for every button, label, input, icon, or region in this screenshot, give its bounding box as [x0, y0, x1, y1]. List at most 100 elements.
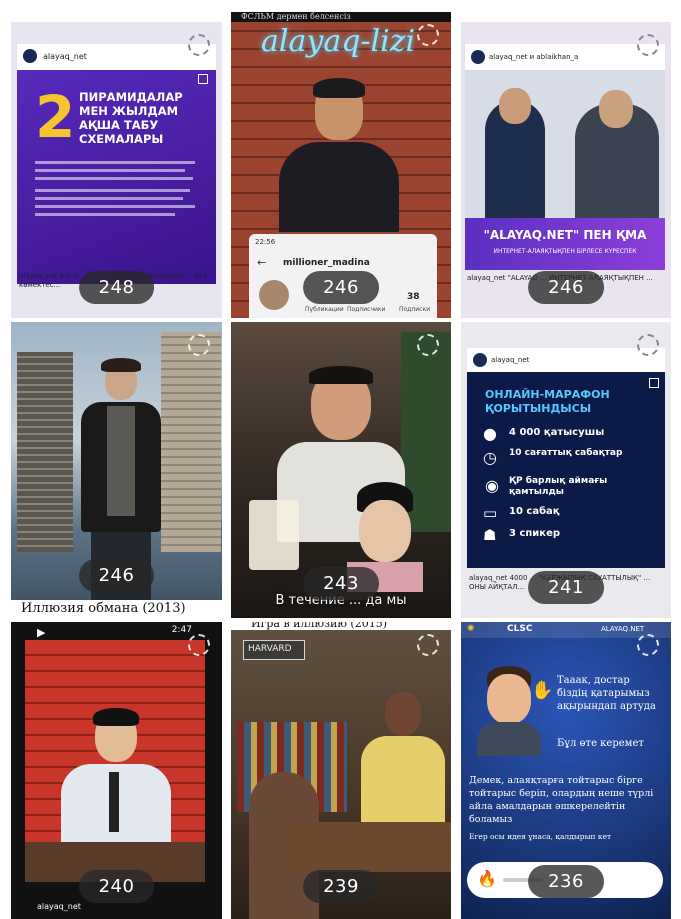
speech-text: Бұл өте керемет: [557, 738, 644, 749]
view-count: 246: [78, 559, 155, 592]
harvard-sign: HARVARD: [243, 640, 305, 660]
headline-number: 2: [35, 83, 76, 151]
stat-label: Подписчики: [347, 306, 386, 313]
loading-icon: [637, 334, 659, 356]
logo-text: ALAYAQ.NET: [601, 625, 645, 633]
location-pin-icon: ◉: [485, 476, 499, 495]
post-tile-9[interactable]: ✺ CLSC ALAYAQ.NET ✋ Тааак, достар біздің…: [461, 622, 671, 919]
speech-text: Тааак, достар біздің қатарымыз ақырындап…: [557, 675, 656, 712]
book-icon: ▭: [483, 504, 498, 522]
post-tile-2[interactable]: ФСЛЬМ дермен белсенсіз alayaq-lizi 22:56…: [231, 12, 451, 318]
sign-text: HARVARD: [248, 644, 292, 654]
group-icon: ☗: [483, 526, 497, 544]
post-tile-3[interactable]: alayaq_net и ablaikhan_a "ALAYAQ.NET" ПЕ…: [461, 22, 671, 318]
stat-text: ҚР барлық аймағы қамтылды: [509, 476, 608, 497]
subtitle-bar: Иллюзия обмана (2013): [11, 600, 222, 618]
banner-title: "ALAYAQ.NET" ПЕН ҚМА: [483, 228, 647, 242]
body-text-block: [35, 158, 200, 238]
avatar: [471, 50, 485, 64]
view-count: 248: [78, 271, 155, 304]
avatar: [473, 353, 487, 367]
top-strip: Игра в иллюзию (2015): [231, 622, 451, 630]
body-text: Демек, алаяқтарға тойтарыс бірге тойтары…: [469, 775, 654, 825]
view-count: 240: [78, 870, 155, 903]
post-tile-8[interactable]: Игра в иллюзию (2015) HARVARD 239: [231, 622, 451, 919]
stat-label: Публикации: [305, 306, 344, 313]
back-arrow-icon: ←: [257, 256, 267, 269]
view-count: 236: [528, 865, 604, 898]
watermark-handle: alayaq_net: [37, 902, 81, 911]
waving-hand-icon: ✋: [531, 680, 554, 701]
stats-list: ● 4 000 қатысушы ◷ 10 сағаттық сабақтар …: [483, 424, 659, 548]
movie-subtitle: Иллюзия обмана (2013): [21, 601, 186, 616]
view-count: 241: [528, 571, 604, 604]
neon-sign: alayaq-lizi: [261, 24, 416, 59]
desk: [291, 822, 451, 872]
emblem-icon: ✺: [467, 624, 475, 634]
post-tile-4[interactable]: Иллюзия обмана (2013) 246: [11, 322, 222, 618]
post-header: alayaq_net: [467, 348, 665, 372]
headline: ПИРАМИДАЛАР МЕН ЖЫЛДАМ АҚША ТАБУ СХЕМАЛА…: [79, 90, 183, 146]
logo-text: CLSC: [507, 624, 533, 634]
carousel-icon: [649, 378, 659, 388]
stat-text: 10 сабақ: [509, 506, 560, 517]
banner-subtitle: ИНТЕРНЕТ-АЛАЯҚТЫҚПЕН БІРЛЕСЕ КҮРЕСПЕК: [493, 248, 637, 255]
top-text: ФСЛЬМ дермен белсенсіз: [241, 12, 351, 21]
marathon-title: ОНЛАЙН-МАРАФОН ҚОРЫТЫНДЫСЫ: [485, 388, 610, 415]
loading-icon: [188, 334, 210, 356]
loading-icon: [188, 34, 210, 56]
stat-item: ● 4 000 қатысушы: [483, 424, 659, 448]
view-count: 243: [303, 567, 379, 600]
phone-username: millioner_madina: [283, 258, 370, 268]
youtube-icon: ▶: [37, 626, 46, 639]
post-tile-6[interactable]: alayaq_net ОНЛАЙН-МАРАФОН ҚОРЫТЫНДЫСЫ ● …: [461, 322, 671, 618]
building: [161, 332, 221, 552]
post-handle: alayaq_net: [43, 52, 87, 61]
person: [279, 78, 399, 232]
post-image: alayaq_net 2 ПИРАМИДАЛАР МЕН ЖЫЛДАМ АҚША…: [17, 44, 216, 284]
loading-icon: [417, 334, 439, 356]
building: [17, 352, 73, 552]
loading-icon: [417, 634, 439, 656]
loading-icon: [188, 634, 210, 656]
stat-item: ◷ 10 сағаттық сабақтар: [483, 448, 659, 476]
post-handle: alayaq_net и ablaikhan_a: [489, 53, 579, 61]
avatar-character: ✋: [473, 666, 553, 756]
loading-icon: [637, 634, 659, 656]
top-text: Игра в иллюзию (2015): [251, 622, 388, 630]
view-count: 246: [528, 271, 604, 304]
stat-label: Подписки: [399, 306, 430, 313]
clock-icon: ◷: [483, 448, 497, 467]
logo-bar: ✺ CLSC ALAYAQ.NET: [461, 622, 671, 638]
post-handle: alayaq_net: [491, 356, 530, 364]
people-icon: ●: [483, 424, 497, 443]
view-count: 246: [303, 271, 379, 304]
profile-avatar: [259, 280, 289, 310]
stat-value: 38: [407, 292, 420, 302]
avatar: [23, 49, 37, 63]
loading-icon: [417, 24, 439, 46]
top-strip: ФСЛЬМ дермен белсенсіз: [231, 12, 451, 22]
loading-icon: [637, 34, 659, 56]
stat-item: ◉ ҚР барлық аймағы қамтылды: [483, 476, 659, 504]
fire-icon: 🔥: [477, 869, 497, 888]
stat-text: 10 сағаттық сабақтар: [509, 448, 623, 458]
post-tile-5[interactable]: В течение ... да мы 243: [231, 322, 451, 618]
phone-time: 22:56: [255, 238, 276, 246]
post-header: alayaq_net и ablaikhan_a: [465, 44, 665, 70]
carousel-icon: [198, 74, 208, 84]
cup: [249, 500, 299, 570]
footer-text: Егер осы идея ұнаса, қалдырып кет: [469, 832, 612, 841]
post-image: alayaq_net ОНЛАЙН-МАРАФОН ҚОРЫТЫНДЫСЫ ● …: [467, 348, 665, 568]
photo: [465, 70, 665, 230]
stat-text: 3 спикер: [509, 528, 561, 539]
post-tile-7[interactable]: ▶ 2:47 alayaq_net 240: [11, 622, 222, 919]
post-tile-1[interactable]: alayaq_net 2 ПИРАМИДАЛАР МЕН ЖЫЛДАМ АҚША…: [11, 22, 222, 318]
stat-item: ☗ 3 спикер: [483, 526, 659, 548]
post-grid: alayaq_net 2 ПИРАМИДАЛАР МЕН ЖЫЛДАМ АҚША…: [0, 0, 681, 919]
stat-item: ▭ 10 сабақ: [483, 504, 659, 526]
person: [361, 692, 445, 832]
view-count: 239: [303, 870, 379, 903]
banner: "ALAYAQ.NET" ПЕН ҚМА ИНТЕРНЕТ-АЛАЯҚТЫҚПЕ…: [465, 218, 665, 270]
video-time: 2:47: [171, 625, 192, 635]
